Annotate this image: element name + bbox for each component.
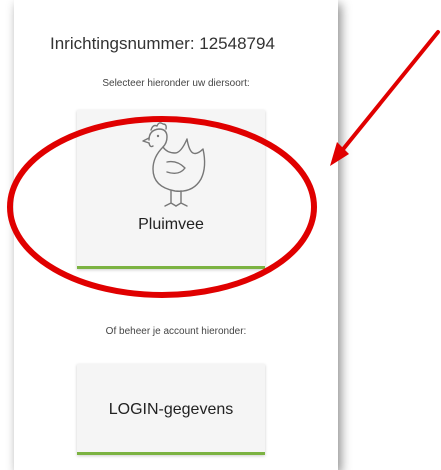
- red-arrow: [338, 30, 440, 155]
- annotation-overlay: [7, 30, 440, 298]
- highlight-circle: [7, 116, 317, 298]
